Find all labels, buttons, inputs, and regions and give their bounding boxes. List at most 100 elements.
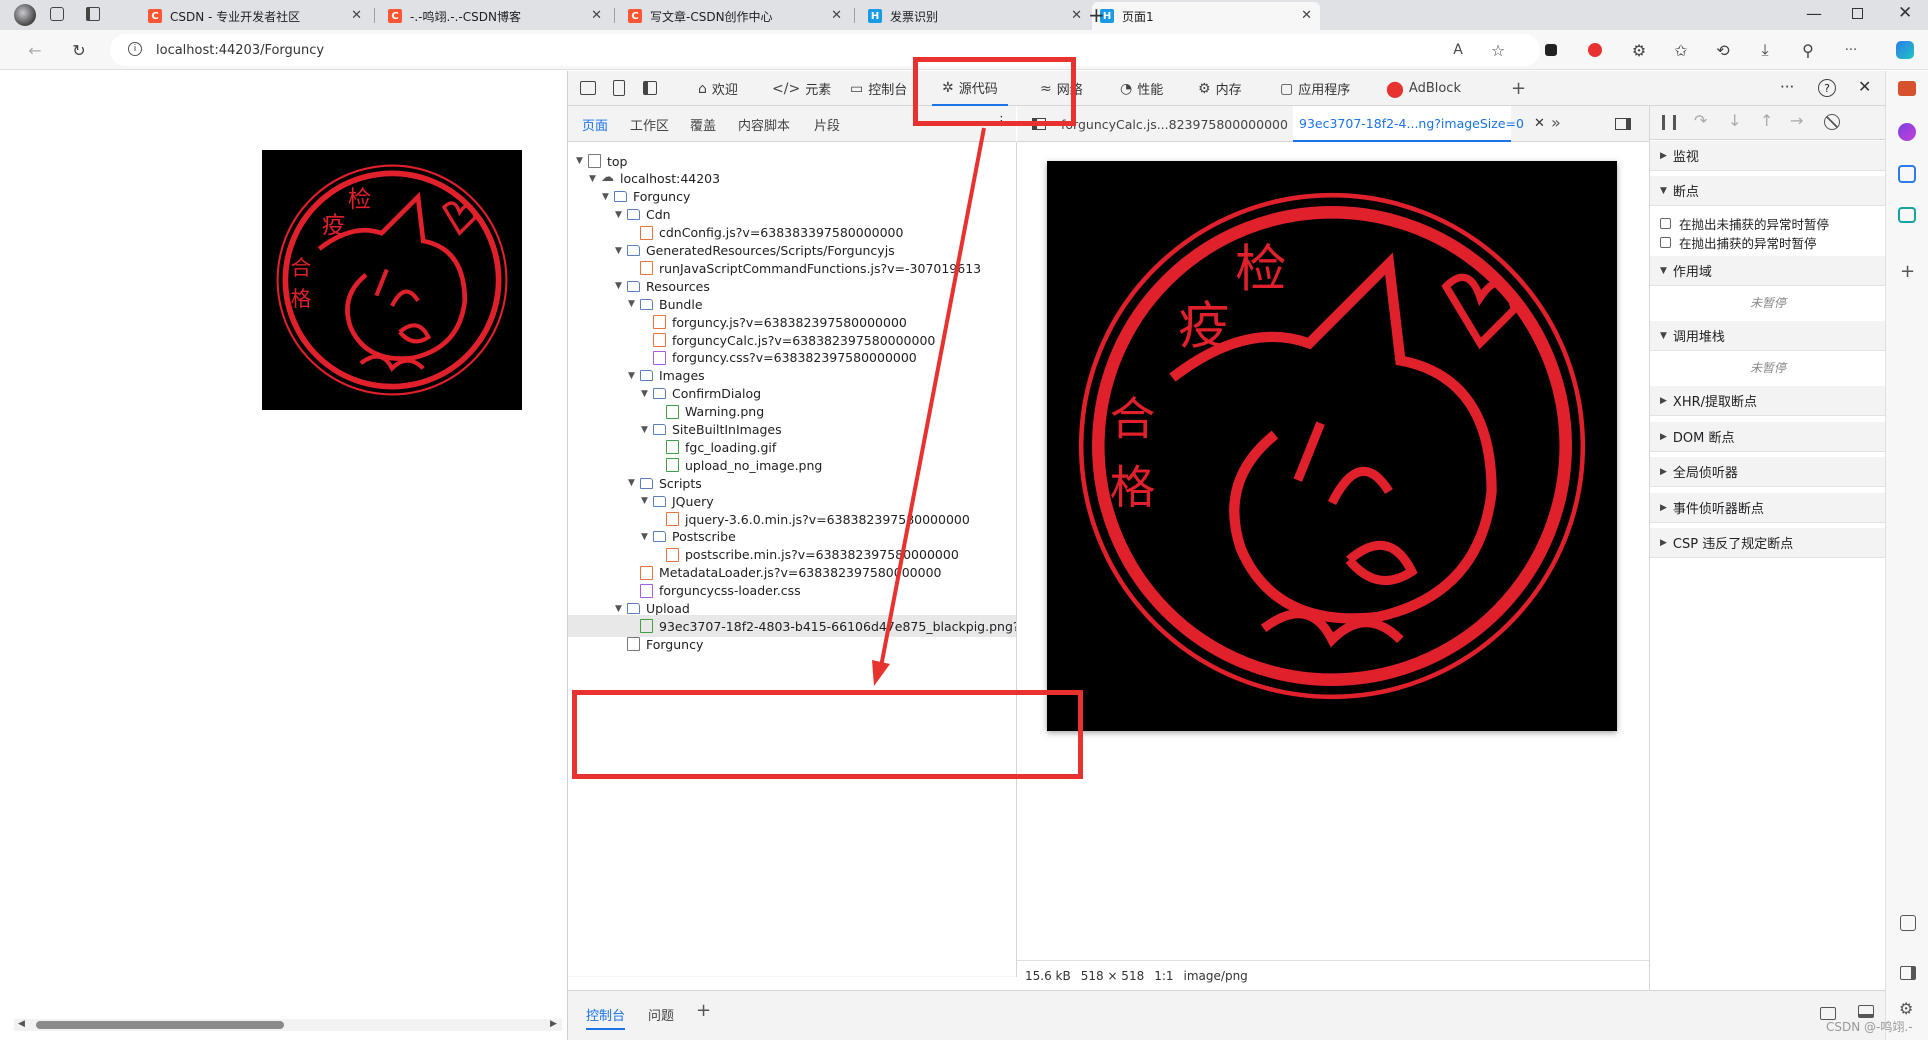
device-emulation-icon[interactable] (613, 80, 625, 96)
more-editor-tabs-icon[interactable]: » (1551, 113, 1561, 132)
expand-arrow-icon[interactable]: ▼ (641, 532, 653, 542)
tree-item[interactable]: Forguncy (615, 633, 703, 655)
expand-arrow-icon[interactable]: ▼ (641, 425, 653, 435)
dock-side-icon[interactable] (643, 81, 657, 95)
drawer-undock-icon[interactable] (1858, 1005, 1874, 1018)
tools-icon[interactable] (1898, 123, 1916, 141)
expand-arrow-icon[interactable]: ▼ (615, 604, 627, 614)
vertical-tabs-icon[interactable] (86, 7, 100, 21)
step-icon[interactable]: → (1790, 111, 1803, 130)
restore-button[interactable] (1852, 8, 1863, 19)
expand-arrow-icon[interactable]: ▼ (576, 156, 588, 166)
inspect-element-icon[interactable] (580, 81, 596, 95)
step-into-icon[interactable]: ↓ (1728, 111, 1741, 130)
devtools-tab-console[interactable]: ▭ 控制台 (850, 71, 907, 106)
browser-tab-1[interactable]: C CSDN - 专业开发者社区 ✕ (140, 2, 370, 30)
close-tab-icon[interactable]: ✕ (831, 8, 842, 23)
browser-tab-5[interactable]: H 页面1 ✕ (1092, 2, 1320, 30)
section-call-stack[interactable]: ▼ 调用堆栈 (1650, 321, 1886, 351)
section-breakpoints[interactable]: ▼ 断点 (1650, 176, 1886, 206)
read-aloud-icon[interactable]: A (1445, 37, 1471, 63)
history-icon[interactable]: ⟲ (1710, 37, 1736, 63)
browser-tab-4[interactable]: H 发票识别 ✕ (860, 2, 1090, 30)
expand-arrow-icon[interactable]: ▼ (641, 389, 653, 399)
expand-arrow-icon[interactable]: ▼ (602, 192, 614, 202)
devtools-tab-adblock[interactable]: ⬤ AdBlock (1386, 71, 1461, 106)
settings-menu-icon[interactable]: ··· (1838, 37, 1864, 63)
navigator-tab-1[interactable]: 工作区 (630, 115, 669, 134)
downloads-icon[interactable]: ⤓ (1752, 37, 1778, 63)
drawer-tab-issues[interactable]: 问题 (648, 1005, 674, 1024)
close-window-button[interactable]: ✕ (1898, 3, 1912, 23)
new-tab-button[interactable]: + (1088, 3, 1105, 27)
devtools-tab-app[interactable]: ▢ 应用程序 (1280, 71, 1350, 106)
shopping-icon[interactable] (1898, 81, 1916, 96)
section-global-listeners[interactable]: ▶ 全局侦听器 (1650, 457, 1886, 487)
help-icon[interactable]: ? (1818, 79, 1836, 97)
profile-avatar[interactable] (14, 4, 36, 26)
sidebar-settings-icon[interactable]: ⚙ (1899, 999, 1913, 1018)
navigator-tab-2[interactable]: 覆盖 (690, 115, 716, 134)
add-sidebar-app-icon[interactable]: + (1900, 261, 1915, 282)
pause-caught-checkbox[interactable]: 在抛出捕获的异常时暂停 (1660, 233, 1817, 252)
devtools-tab-gauge[interactable]: ◔ 性能 (1120, 71, 1163, 106)
expand-arrow-icon[interactable]: ▼ (628, 299, 640, 309)
deactivate-breakpoints-icon[interactable] (1824, 114, 1840, 130)
expand-arrow-icon[interactable]: ▼ (589, 174, 601, 184)
adblock-extension-icon[interactable] (1582, 37, 1608, 63)
expand-arrow-icon[interactable]: ▼ (641, 496, 653, 506)
navigator-tab-3[interactable]: 内容脚本 (738, 115, 790, 134)
scroll-right-arrow-icon[interactable]: ▶ (550, 1019, 557, 1029)
pause-uncaught-checkbox[interactable]: 在抛出未捕获的异常时暂停 (1660, 214, 1829, 233)
drawer-add-icon[interactable]: + (696, 1000, 711, 1021)
page-horizontal-scrollbar[interactable]: ◀ ▶ (14, 1019, 562, 1031)
browser-tab-2[interactable]: C -.-鸣翊.-.-CSDN博客 ✕ (380, 2, 610, 30)
workspaces-icon[interactable] (50, 7, 64, 21)
section-watch[interactable]: ▶ 监视 (1650, 141, 1886, 171)
navigator-tab-0[interactable]: 页面 (582, 115, 608, 134)
editor-tab-image[interactable]: 93ec3707-18f2-4...ng?imageSize=0 ✕ (1293, 106, 1545, 142)
expand-arrow-icon[interactable]: ▼ (628, 478, 640, 488)
expand-arrow-icon[interactable]: ▼ (628, 371, 640, 381)
section-csp-breakpoints[interactable]: ▶ CSP 违反了规定断点 (1650, 528, 1886, 558)
extensions-puzzle-icon[interactable]: ⚙ (1626, 37, 1652, 63)
expand-arrow-icon[interactable]: ▼ (615, 246, 627, 256)
navigator-tab-4[interactable]: 片段 (814, 115, 840, 134)
devtools-tab-code[interactable]: </> 元素 (772, 71, 831, 106)
close-tab-icon[interactable]: ✕ (591, 8, 602, 23)
browser-tab-3[interactable]: C 写文章-CSDN创作中心 ✕ (620, 2, 850, 30)
expand-arrow-icon[interactable]: ▼ (615, 210, 627, 220)
close-tab-icon[interactable]: ✕ (351, 8, 362, 23)
back-arrow-icon[interactable]: ← (22, 37, 48, 63)
close-tab-icon[interactable]: ✕ (1534, 116, 1545, 131)
close-tab-icon[interactable]: ✕ (1301, 8, 1312, 23)
copilot-icon[interactable] (1892, 37, 1918, 63)
tree-horizontal-scrollbar[interactable]: ◀ ▶ (568, 976, 1016, 977)
step-over-icon[interactable]: ↷ (1694, 111, 1707, 130)
section-dom-breakpoints[interactable]: ▶ DOM 断点 (1650, 422, 1886, 452)
editor-tab-forguncycalc[interactable]: forguncyCalc.js...823975800000000 (1055, 106, 1288, 142)
section-scope[interactable]: ▼ 作用域 (1650, 256, 1886, 286)
pause-resume-icon[interactable] (1662, 115, 1676, 130)
devtools-close-icon[interactable]: ✕ (1858, 77, 1871, 96)
extension-dark-icon[interactable] (1538, 37, 1564, 63)
sidebar-collapse-icon[interactable] (1900, 966, 1916, 980)
close-tab-icon[interactable]: ✕ (1071, 8, 1082, 23)
info-icon[interactable]: i (128, 42, 142, 56)
scroll-left-arrow-icon[interactable]: ◀ (18, 1019, 25, 1029)
refresh-icon[interactable]: ↻ (66, 37, 92, 63)
favorites-list-icon[interactable]: ✩ (1668, 37, 1694, 63)
section-event-listener-breakpoints[interactable]: ▶ 事件侦听器断点 (1650, 493, 1886, 523)
tree-scroll-right-icon[interactable]: ▶ (1002, 976, 1009, 977)
toggle-debugger-icon[interactable] (1615, 118, 1631, 130)
favorite-star-icon[interactable]: ☆ (1485, 37, 1511, 63)
devtools-more-icon[interactable]: ··· (1780, 78, 1794, 96)
expand-arrow-icon[interactable]: ▼ (615, 281, 627, 291)
address-input[interactable]: i localhost:44203/Forguncy (110, 34, 1540, 66)
minimize-button[interactable]: — (1806, 4, 1822, 23)
sidebar-screenshot-icon[interactable] (1900, 915, 1916, 931)
step-out-icon[interactable]: ↑ (1760, 111, 1773, 130)
games-icon[interactable] (1898, 207, 1916, 223)
devtools-tab-memory[interactable]: ⚙ 内存 (1198, 71, 1242, 106)
more-tabs-plus-icon[interactable]: + (1511, 78, 1526, 99)
